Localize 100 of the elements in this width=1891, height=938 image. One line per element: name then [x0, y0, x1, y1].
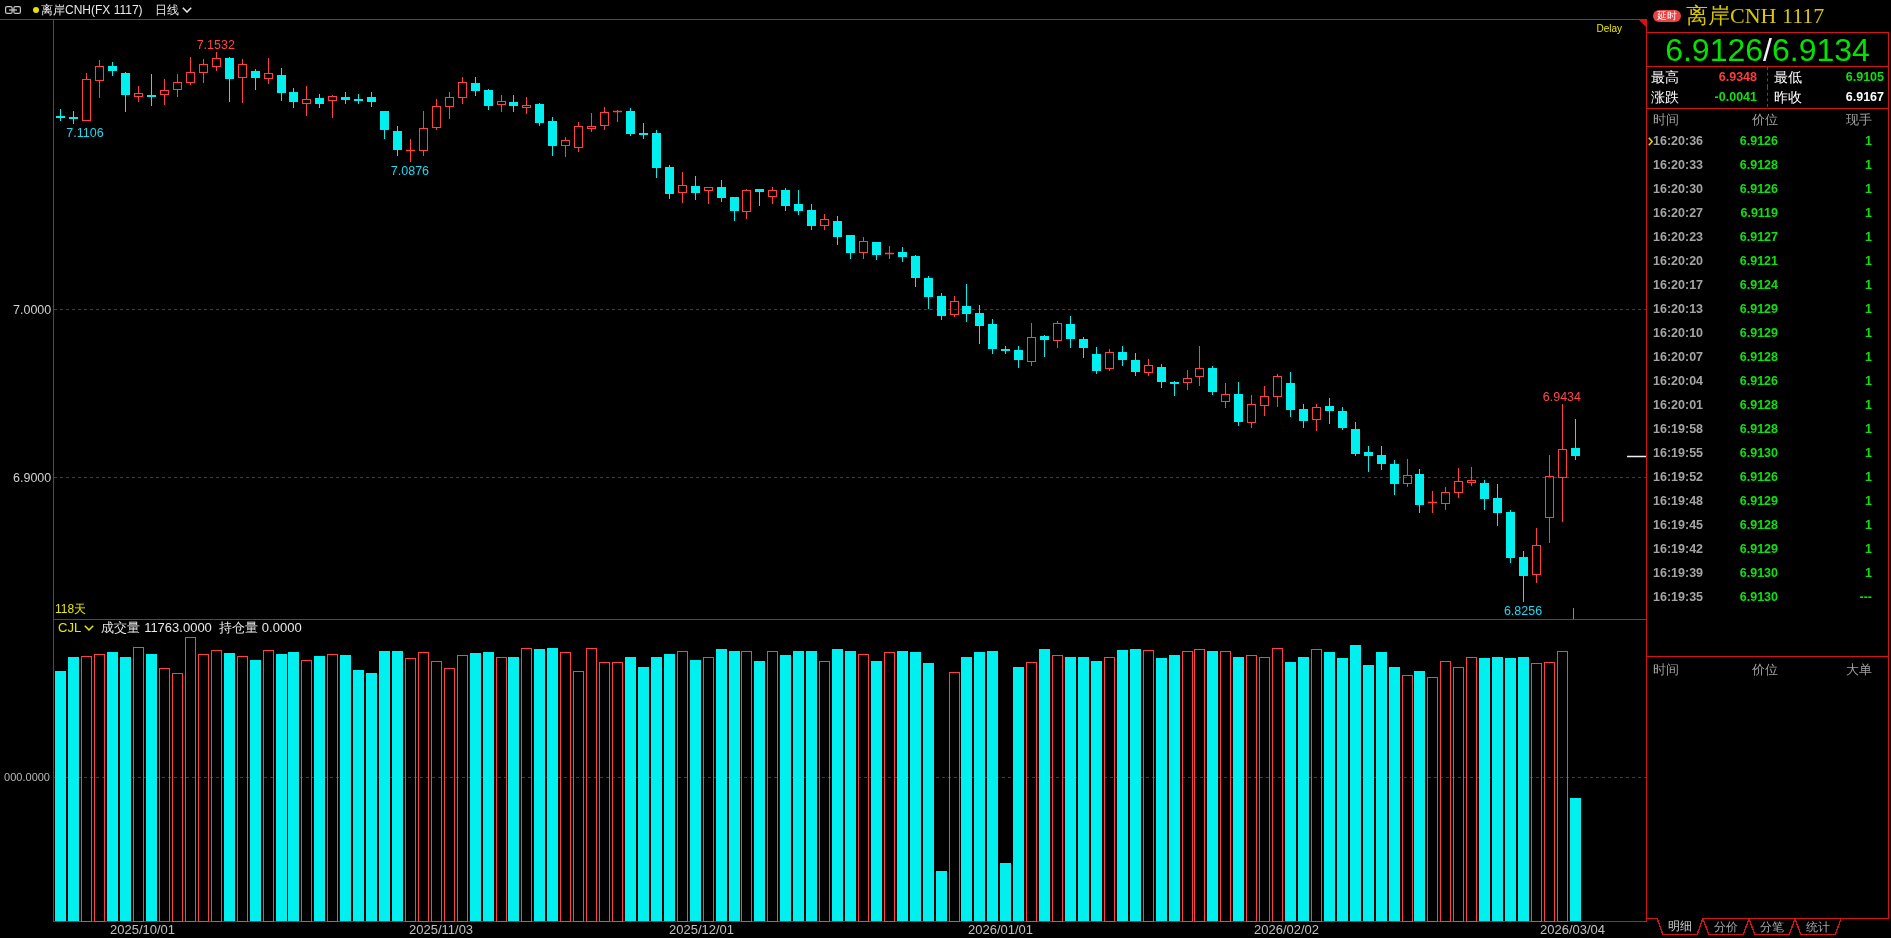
trade-price: 6.9121 — [1738, 254, 1778, 268]
candlestick — [1532, 527, 1541, 584]
panel-tab[interactable]: 分笔 — [1749, 919, 1795, 935]
trade-volume: 1 — [1864, 542, 1873, 556]
candlestick — [859, 236, 868, 260]
column-header: 现手 — [1845, 111, 1873, 127]
candlestick — [354, 93, 363, 105]
open-interest-value: 0.0000 — [261, 619, 302, 638]
candlestick — [1377, 445, 1386, 471]
trade-price: 6.9128 — [1738, 398, 1778, 412]
candlestick — [1234, 381, 1243, 427]
trade-time: 16:19:55 — [1653, 446, 1705, 460]
period-dropdown[interactable]: 日线 — [154, 2, 192, 17]
candlestick — [199, 58, 208, 84]
trade-time: 16:20:20 — [1653, 254, 1705, 268]
trade-time: 16:20:27 — [1653, 206, 1705, 220]
link-icon[interactable] — [5, 5, 21, 14]
stat-value: 6.9105 — [1845, 70, 1884, 84]
date-label: 2025/10/01 — [110, 922, 176, 937]
trade-volume: 1 — [1864, 422, 1873, 436]
panel-tab[interactable]: 统计 — [1795, 919, 1841, 935]
trade-time: 16:20:33 — [1653, 158, 1705, 172]
trade-time: 16:20:30 — [1653, 182, 1705, 196]
price-axis-label: 6.9000 — [13, 471, 52, 485]
candlestick — [988, 318, 997, 355]
candlestick — [975, 304, 984, 345]
symbol-title: 离岸CNH(FX 1117) — [41, 1, 143, 19]
candlestick — [833, 215, 842, 246]
candlestick — [522, 96, 531, 115]
candlestick — [1131, 352, 1140, 377]
candlestick — [1040, 334, 1049, 358]
candlestick — [548, 116, 557, 157]
candlestick — [794, 189, 803, 216]
candlestick — [1415, 468, 1424, 514]
trade-price: 6.9129 — [1738, 326, 1778, 340]
trade-volume: 1 — [1864, 494, 1873, 508]
instrument-title: 离岸CNH 1117 — [1686, 3, 1825, 29]
candlestick — [1467, 466, 1476, 487]
trade-price: 6.9130 — [1738, 566, 1778, 580]
panel-tab[interactable]: 分价 — [1703, 919, 1749, 935]
candlestick — [561, 136, 570, 158]
candlestick — [1390, 459, 1399, 496]
trade-volume: 1 — [1864, 134, 1873, 148]
candlestick — [691, 175, 700, 201]
trade-volume: 1 — [1864, 446, 1873, 460]
stat-value: 6.9348 — [1718, 70, 1757, 84]
indicator-dropdown[interactable]: CJL — [58, 621, 95, 635]
price-separator: / — [1763, 32, 1772, 67]
candlestick — [225, 56, 234, 103]
candlestick — [380, 110, 389, 140]
candlestick — [730, 196, 739, 222]
candlestick — [652, 129, 661, 179]
candlestick — [56, 108, 65, 122]
candlestick — [147, 73, 156, 107]
panel-tab[interactable]: 明细 — [1657, 918, 1703, 935]
candlestick — [755, 188, 764, 207]
candlestick — [1299, 403, 1308, 429]
candlestick — [1053, 320, 1062, 349]
trade-time: 16:20:01 — [1653, 398, 1705, 412]
high-price-label: 6.9434 — [1542, 390, 1581, 404]
candlestick — [1157, 363, 1166, 389]
candlestick — [950, 295, 959, 318]
trade-time: 16:20:04 — [1653, 374, 1705, 388]
candlestick — [846, 234, 855, 260]
candlestick — [626, 107, 635, 137]
candlestick — [458, 76, 467, 105]
candlestick — [484, 88, 493, 111]
trade-volume: 1 — [1864, 374, 1873, 388]
date-label: 2026/02/02 — [1254, 922, 1320, 937]
high-price-label: 7.1532 — [196, 37, 235, 52]
low-price-label: 7.0876 — [390, 164, 430, 179]
candlestick — [121, 71, 130, 113]
trade-price: 6.9126 — [1738, 134, 1778, 148]
candlestick — [1092, 346, 1101, 375]
candlestick — [82, 72, 91, 121]
candlestick — [497, 94, 506, 113]
trade-volume: 1 — [1864, 254, 1873, 268]
trade-volume: 1 — [1864, 398, 1873, 412]
candlestick — [1183, 369, 1192, 391]
trade-volume: 1 — [1864, 158, 1873, 172]
trade-time: 16:19:45 — [1653, 518, 1705, 532]
candlestick — [704, 187, 713, 205]
low-price-label: 6.8256 — [1503, 604, 1543, 619]
candlestick — [1454, 467, 1463, 499]
trade-time: 16:19:42 — [1653, 542, 1705, 556]
candlestick — [1066, 315, 1075, 349]
ask-price: 6.9134 — [1771, 32, 1870, 67]
trade-price: 6.9127 — [1738, 230, 1778, 244]
trade-time: 16:19:35 — [1653, 590, 1705, 604]
candlestick — [1506, 509, 1515, 564]
candlestick — [1480, 479, 1489, 511]
column-header: 价位 — [1751, 661, 1778, 677]
candlestick — [1351, 421, 1360, 457]
candlestick — [768, 186, 777, 205]
trade-price: 6.9129 — [1738, 302, 1778, 316]
candlestick — [445, 91, 454, 120]
candlestick — [212, 51, 221, 72]
trade-price: 6.9130 — [1738, 446, 1778, 460]
current-price-marker — [1626, 455, 1647, 458]
trade-time: 16:20:23 — [1653, 230, 1705, 244]
